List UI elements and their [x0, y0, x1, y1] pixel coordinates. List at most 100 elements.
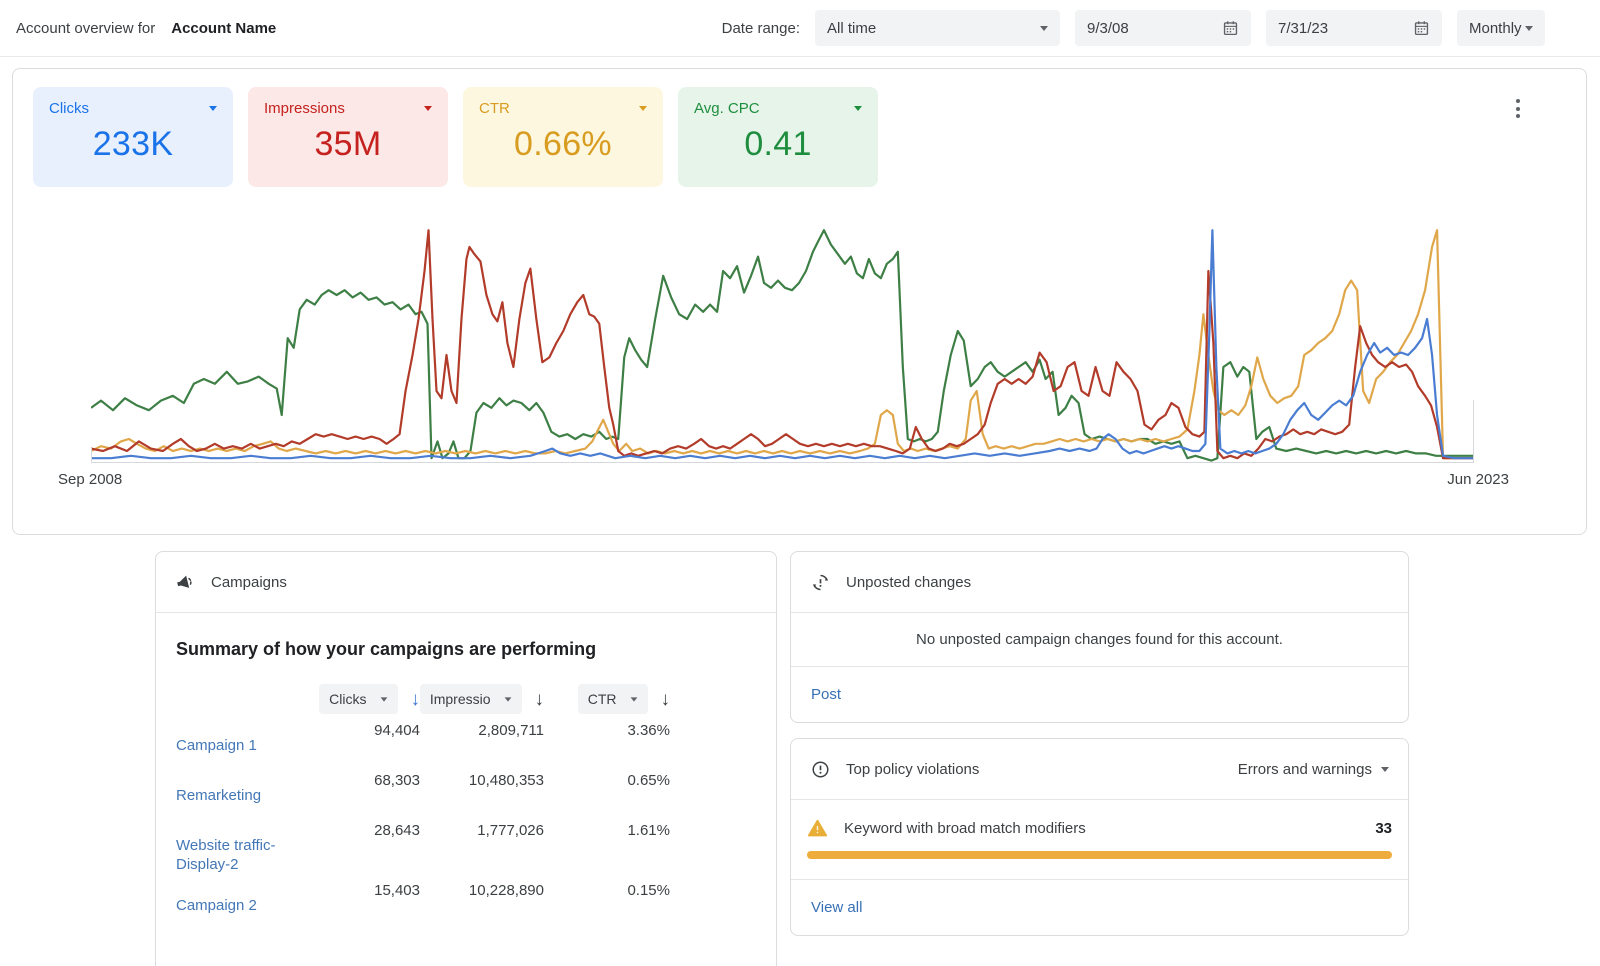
- ctr-value: 1.61%: [544, 814, 670, 839]
- scorecard-label: Clicks: [49, 100, 89, 117]
- policy-alert-icon: [810, 759, 831, 780]
- policy-violations-panel: Top policy violations Errors and warning…: [790, 738, 1409, 936]
- clicks-value: 94,404: [280, 714, 420, 739]
- campaign-row: Campaign 1 94,404 2,809,711 3.36%: [156, 714, 776, 764]
- impressions-value: 1,777,026: [420, 814, 544, 839]
- start-date-value: 9/3/08: [1087, 20, 1129, 37]
- axis-tick-left: [91, 448, 92, 462]
- account-overview-card: Clicks 233K Impressions 35M CTR 0.66% Av…: [12, 68, 1587, 535]
- unposted-changes-panel: Unposted changes No unposted campaign ch…: [790, 551, 1409, 723]
- chevron-down-icon: [854, 106, 862, 111]
- account-name: Account Name: [171, 20, 276, 37]
- metric-scorecards: Clicks 233K Impressions 35M CTR 0.66% Av…: [13, 69, 1586, 187]
- granularity-select[interactable]: Monthly: [1457, 10, 1545, 46]
- ctr-value: 0.65%: [544, 764, 670, 789]
- unposted-panel-header: Unposted changes: [791, 552, 1408, 613]
- scorecard-value: 233K: [49, 125, 217, 164]
- start-date-field[interactable]: 9/3/08: [1075, 10, 1251, 46]
- column-select-clicks[interactable]: Clicks: [319, 684, 397, 714]
- sort-descending-icon[interactable]: ↓: [535, 690, 545, 709]
- end-date-value: 7/31/23: [1278, 20, 1328, 37]
- errors-warnings-filter[interactable]: Errors and warnings: [1238, 761, 1389, 778]
- violation-label: Keyword with broad match modifiers: [844, 820, 1359, 837]
- campaigns-panel-title: Campaigns: [211, 574, 287, 591]
- ctr-value: 3.36%: [544, 714, 670, 739]
- ctr-value: 0.15%: [544, 874, 670, 899]
- more-options-button[interactable]: [1512, 95, 1524, 122]
- chevron-down-icon: [639, 106, 647, 111]
- scorecard-impressions[interactable]: Impressions 35M: [248, 87, 448, 187]
- campaign-link[interactable]: Remarketing: [176, 764, 280, 805]
- column-label: Clicks: [329, 691, 366, 707]
- violation-bar: [807, 851, 1392, 859]
- view-all-link[interactable]: View all: [811, 899, 862, 916]
- chevron-down-icon: [424, 106, 432, 111]
- campaigns-summary-title: Summary of how your campaigns are perfor…: [176, 639, 756, 660]
- scorecard-ctr[interactable]: CTR 0.66%: [463, 87, 663, 187]
- campaigns-panel-header: Campaigns: [156, 552, 776, 613]
- chevron-down-icon: [630, 697, 637, 701]
- chevron-down-icon: [1525, 26, 1533, 31]
- campaign-row: Campaign 2 15,403 10,228,890 0.15%: [156, 874, 776, 924]
- chevron-down-icon: [209, 106, 217, 111]
- column-label: Impressio: [430, 691, 491, 707]
- clicks-value: 15,403: [280, 874, 420, 899]
- impressions-value: 10,480,353: [420, 764, 544, 789]
- clicks-value: 68,303: [280, 764, 420, 789]
- policy-panel-title: Top policy violations: [846, 761, 979, 778]
- campaigns-table-header: Clicks ↓ Impressio ↓ CTR ↓: [156, 684, 776, 714]
- chart-canvas: [91, 223, 1474, 463]
- scorecard-label: Impressions: [264, 100, 345, 117]
- date-preset-select[interactable]: All time: [815, 10, 1060, 46]
- top-bar: Account overview for Account Name Date r…: [0, 0, 1600, 57]
- axis-tick-right: [1473, 400, 1474, 462]
- chart-line-avg-cpc: [91, 230, 1474, 460]
- scorecard-value: 0.66%: [479, 125, 647, 164]
- violation-item: Keyword with broad match modifiers 33: [791, 800, 1408, 880]
- chevron-down-icon: [380, 697, 387, 701]
- violation-count: 33: [1375, 820, 1392, 837]
- sort-descending-icon[interactable]: ↓: [661, 690, 671, 709]
- column-select-impressions[interactable]: Impressio: [420, 684, 522, 714]
- sort-descending-icon[interactable]: ↓: [411, 690, 421, 709]
- x-axis-labels: Sep 2008 Jun 2023: [58, 471, 1509, 488]
- column-select-ctr[interactable]: CTR: [578, 684, 648, 714]
- campaign-row: Remarketing 68,303 10,480,353 0.65%: [156, 764, 776, 814]
- warning-icon: [807, 818, 828, 838]
- policy-panel-header: Top policy violations Errors and warning…: [791, 739, 1408, 800]
- chevron-down-icon: [1040, 26, 1048, 31]
- performance-line-chart: [91, 223, 1474, 463]
- campaign-link[interactable]: Website traffic-Display-2: [176, 814, 280, 874]
- granularity-value: Monthly: [1469, 20, 1522, 37]
- scorecard-value: 0.41: [694, 125, 862, 164]
- unposted-panel-title: Unposted changes: [846, 574, 971, 591]
- scorecard-value: 35M: [264, 125, 432, 164]
- panels-row: Campaigns Summary of how your campaigns …: [155, 551, 1600, 966]
- scorecard-label: Avg. CPC: [694, 100, 760, 117]
- date-range-label: Date range:: [722, 20, 800, 37]
- chevron-down-icon: [504, 697, 511, 701]
- right-column: Unposted changes No unposted campaign ch…: [790, 551, 1409, 936]
- campaign-link[interactable]: Campaign 1: [176, 714, 280, 755]
- clicks-value: 28,643: [280, 814, 420, 839]
- scorecard-avg-cpc[interactable]: Avg. CPC 0.41: [678, 87, 878, 187]
- campaigns-panel: Campaigns Summary of how your campaigns …: [155, 551, 777, 966]
- x-axis-end-label: Jun 2023: [1447, 471, 1509, 488]
- empty-state-message: No unposted campaign changes found for t…: [791, 613, 1408, 667]
- end-date-field[interactable]: 7/31/23: [1266, 10, 1442, 46]
- scorecard-clicks[interactable]: Clicks 233K: [33, 87, 233, 187]
- chart-line-impressions: [91, 230, 1474, 458]
- post-button[interactable]: Post: [811, 686, 841, 703]
- impressions-value: 10,228,890: [420, 874, 544, 899]
- date-preset-value: All time: [827, 20, 876, 37]
- x-axis-start-label: Sep 2008: [58, 471, 122, 488]
- column-label: CTR: [588, 691, 617, 707]
- campaign-row: Website traffic-Display-2 28,643 1,777,0…: [156, 814, 776, 874]
- filter-label: Errors and warnings: [1238, 761, 1372, 778]
- scorecard-label: CTR: [479, 100, 510, 117]
- date-range-controls: Date range: All time 9/3/08 7/31/23: [722, 10, 1545, 46]
- page-title-prefix: Account overview for: [16, 20, 155, 37]
- campaign-link[interactable]: Campaign 2: [176, 874, 280, 915]
- calendar-icon: [1413, 19, 1430, 37]
- impressions-value: 2,809,711: [420, 714, 544, 739]
